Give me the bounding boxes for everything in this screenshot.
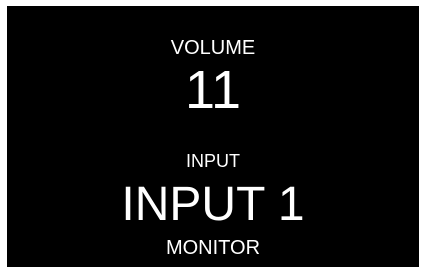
input-label: INPUT: [186, 151, 240, 171]
mode-label: MONITOR: [165, 237, 261, 259]
display-screen: VOLUME 11 INPUT INPUT 1 MONITOR: [7, 6, 419, 267]
volume-label: VOLUME: [170, 37, 256, 59]
input-value: INPUT 1: [121, 178, 305, 231]
volume-value: 11: [184, 60, 242, 120]
